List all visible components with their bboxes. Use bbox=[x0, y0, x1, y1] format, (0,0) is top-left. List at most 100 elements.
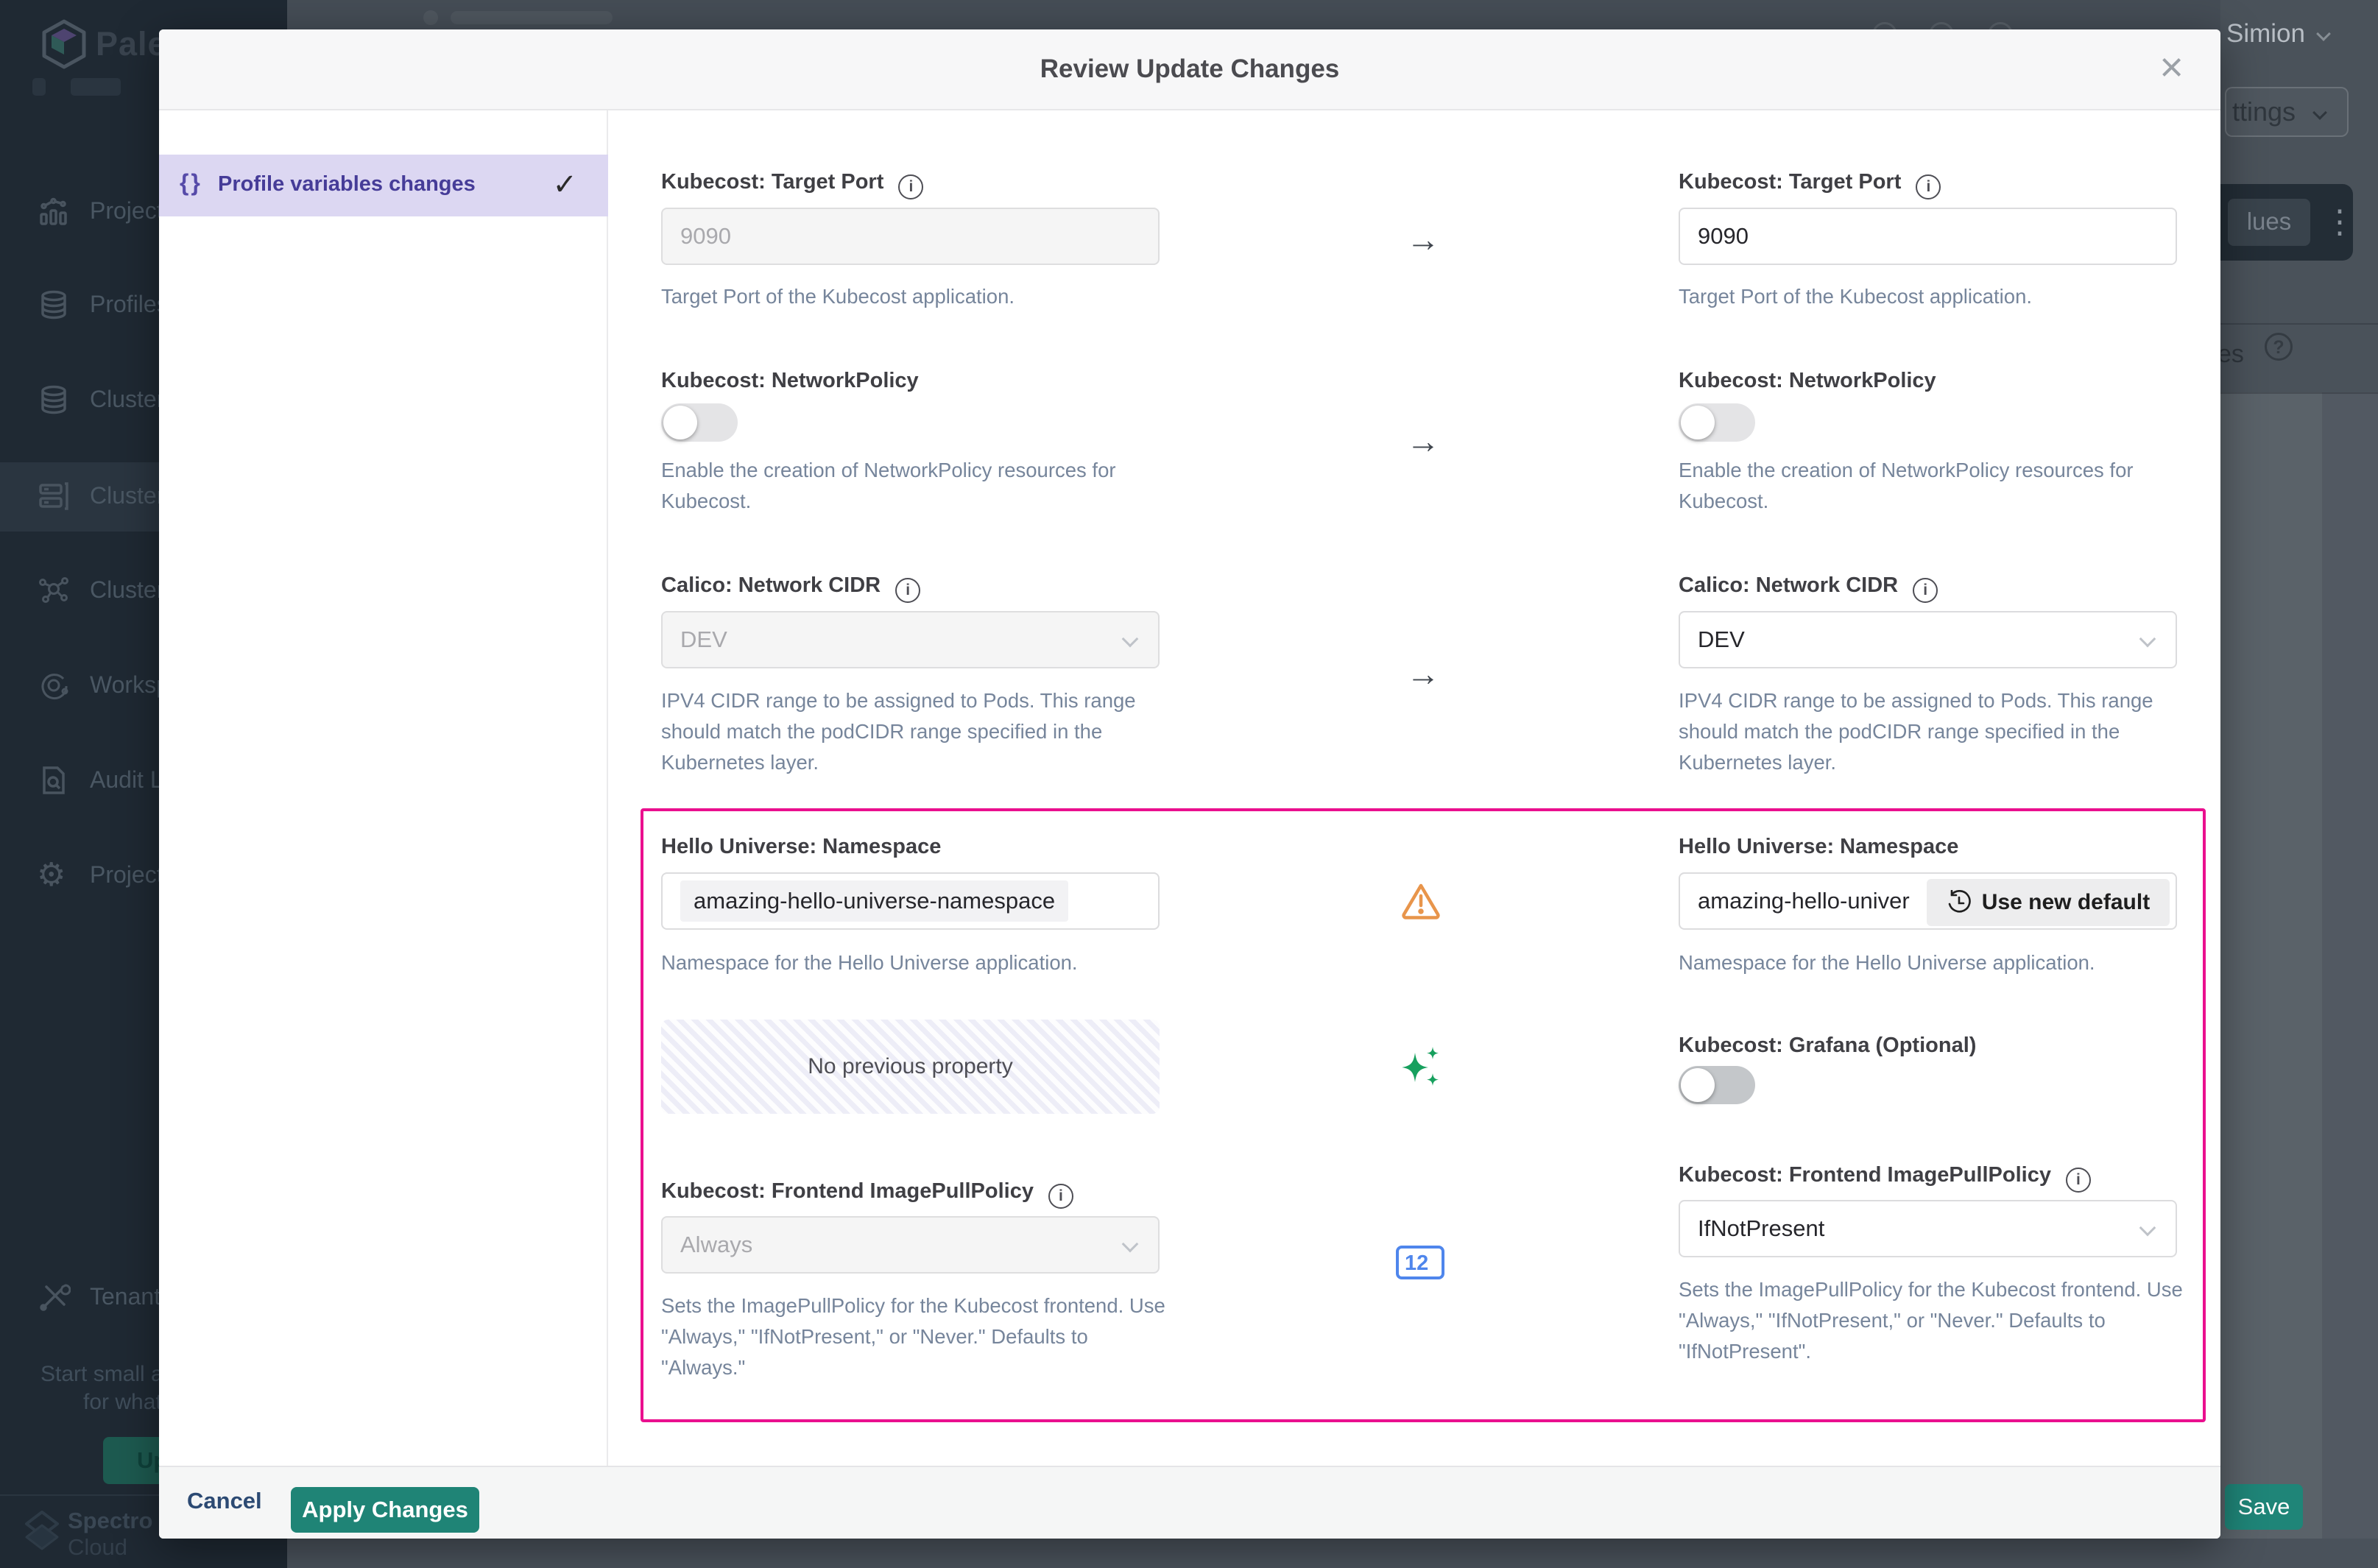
promo-text-line1: Start small an bbox=[40, 1362, 175, 1387]
settings-dropdown[interactable]: ttings bbox=[2225, 87, 2349, 137]
field-label-networkpolicy-new: Kubecost: NetworkPolicy bbox=[1679, 369, 1936, 393]
select-value: IfNotPresent bbox=[1698, 1215, 1824, 1242]
check-icon: ✓ bbox=[552, 168, 577, 202]
imagepullpolicy-new-select[interactable]: IfNotPresent bbox=[1679, 1200, 2177, 1257]
target-port-old-input: 9090 bbox=[661, 208, 1160, 265]
cancel-button[interactable]: Cancel bbox=[187, 1488, 262, 1514]
label-text: Calico: Network CIDR bbox=[1679, 573, 1898, 597]
divider bbox=[2220, 392, 2378, 394]
arrow-right-icon: → bbox=[1406, 421, 1440, 461]
info-icon[interactable]: i bbox=[1913, 578, 1938, 603]
use-new-default-button[interactable]: Use new default bbox=[1927, 879, 2170, 926]
info-icon[interactable]: i bbox=[898, 174, 923, 199]
field-label-cidr-old: Calico: Network CIDR i bbox=[661, 573, 920, 603]
cidr-old-select: DEV bbox=[661, 611, 1160, 668]
history-icon bbox=[1947, 890, 1972, 915]
info-icon[interactable]: i bbox=[1916, 174, 1941, 199]
spectro-cloud-logo-icon bbox=[22, 1509, 62, 1552]
label-text: Calico: Network CIDR bbox=[661, 573, 881, 597]
info-icon[interactable]: i bbox=[1048, 1184, 1073, 1209]
grafana-toggle[interactable] bbox=[1679, 1066, 1755, 1104]
input-value: amazing-hello-univer bbox=[1698, 888, 1910, 914]
warning-icon bbox=[1400, 882, 1442, 920]
audit-log-icon bbox=[37, 763, 71, 797]
field-label-grafana: Kubecost: Grafana (Optional) bbox=[1679, 1034, 1976, 1058]
skeleton-block bbox=[71, 78, 121, 96]
chevron-down-icon bbox=[2139, 1220, 2156, 1237]
label-text: Kubecost: Target Port bbox=[661, 170, 883, 194]
select-value: Always bbox=[680, 1232, 752, 1258]
layers-stack-icon bbox=[37, 383, 71, 417]
settings-dropdown-label: ttings bbox=[2232, 96, 2296, 127]
label-text: Kubecost: Frontend ImagePullPolicy bbox=[1679, 1163, 2051, 1187]
spectro-footer-line1: Spectro bbox=[68, 1508, 152, 1534]
field-label-networkpolicy-old: Kubecost: NetworkPolicy bbox=[661, 369, 919, 393]
field-desc: Target Port of the Kubecost application. bbox=[1679, 281, 2194, 312]
field-desc: IPV4 CIDR range to be assigned to Pods. … bbox=[661, 685, 1176, 778]
field-label-cidr-new: Calico: Network CIDR i bbox=[1679, 573, 1938, 603]
nav-item-profile-variables[interactable]: { } Profile variables changes ✓ bbox=[159, 155, 608, 216]
cidr-new-select[interactable]: DEV bbox=[1679, 611, 2177, 668]
gear-icon: ⚙ bbox=[37, 858, 71, 892]
highlighted-value: amazing-hello-universe-namespace bbox=[680, 880, 1068, 922]
question-circle-icon[interactable]: ? bbox=[2265, 333, 2293, 361]
sidebar-item-label: Profiles bbox=[90, 291, 169, 318]
namespace-old-input: amazing-hello-universe-namespace bbox=[661, 872, 1160, 930]
namespace-new-input[interactable]: amazing-hello-univer Use new default bbox=[1679, 872, 2177, 930]
field-desc: Enable the creation of NetworkPolicy res… bbox=[1679, 455, 2194, 517]
save-button[interactable]: Save bbox=[2225, 1484, 2303, 1530]
arrow-right-icon: → bbox=[1406, 219, 1440, 259]
server-rack-icon bbox=[37, 479, 71, 513]
backdrop-bottom-strip bbox=[287, 1539, 2378, 1568]
variables-header-fragment: es bbox=[2218, 340, 2244, 369]
app-root: Simion ttings lues ⋮ es ? Save Palette bbox=[0, 0, 2378, 1568]
select-value: DEV bbox=[680, 626, 727, 653]
backdrop-skeleton-icon bbox=[423, 10, 438, 25]
spectro-footer-line2: Cloud bbox=[68, 1534, 127, 1561]
review-update-changes-modal: Review Update Changes × { } Profile vari… bbox=[159, 29, 2220, 1539]
networkpolicy-new-toggle[interactable] bbox=[1679, 403, 1755, 442]
field-desc: Target Port of the Kubecost application. bbox=[661, 281, 1176, 312]
nav-item-label: Profile variables changes bbox=[218, 172, 476, 197]
label-text: Kubecost: Frontend ImagePullPolicy bbox=[661, 1179, 1034, 1203]
arrow-right-icon: → bbox=[1406, 654, 1440, 693]
sparkles-icon bbox=[1402, 1047, 1442, 1088]
backdrop-skeleton-bar bbox=[451, 11, 613, 24]
info-icon[interactable]: i bbox=[895, 578, 920, 603]
kebab-menu-icon[interactable]: ⋮ bbox=[2324, 197, 2356, 247]
apply-changes-button[interactable]: Apply Changes bbox=[291, 1487, 479, 1533]
field-desc: Enable the creation of NetworkPolicy res… bbox=[661, 455, 1176, 517]
field-label-target-port-new: Kubecost: Target Port i bbox=[1679, 170, 1941, 199]
field-desc: Namespace for the Hello Universe applica… bbox=[1679, 947, 2194, 978]
toggle-knob bbox=[1681, 406, 1715, 439]
imagepullpolicy-old-select: Always bbox=[661, 1216, 1160, 1274]
user-name: Simion bbox=[2226, 19, 2305, 48]
field-label-imagepullpolicy-new: Kubecost: Frontend ImagePullPolicy i bbox=[1679, 1163, 2091, 1193]
field-label-namespace-old: Hello Universe: Namespace bbox=[661, 835, 941, 859]
info-icon[interactable]: i bbox=[2066, 1168, 2091, 1193]
palette-logo-icon[interactable] bbox=[41, 19, 87, 69]
number-type-badge: 12 bbox=[1396, 1246, 1444, 1279]
target-port-new-input[interactable]: 9090 bbox=[1679, 208, 2177, 265]
user-menu[interactable]: Simion bbox=[2226, 19, 2329, 49]
field-label-target-port-old: Kubecost: Target Port i bbox=[661, 170, 923, 199]
modal-left-panel: { } Profile variables changes ✓ bbox=[159, 110, 608, 1466]
close-icon[interactable]: × bbox=[2159, 43, 2184, 91]
select-value: DEV bbox=[1698, 626, 1745, 653]
chevron-down-icon bbox=[2139, 631, 2156, 648]
layers-stack-icon bbox=[37, 288, 71, 322]
chevron-down-icon bbox=[1122, 1236, 1139, 1253]
skeleton-block bbox=[32, 78, 46, 96]
field-desc: IPV4 CIDR range to be assigned to Pods. … bbox=[1679, 685, 2194, 778]
field-label-imagepullpolicy-old: Kubecost: Frontend ImagePullPolicy i bbox=[661, 1179, 1073, 1209]
use-new-default-label: Use new default bbox=[1982, 890, 2150, 915]
field-desc: Sets the ImagePullPolicy for the Kubecos… bbox=[1679, 1274, 2194, 1367]
chevron-down-icon bbox=[2312, 105, 2327, 120]
values-tab[interactable]: lues bbox=[2228, 199, 2310, 246]
field-desc: Sets the ImagePullPolicy for the Kubecos… bbox=[661, 1290, 1176, 1383]
chevron-down-icon bbox=[1122, 631, 1139, 648]
label-text: Kubecost: Target Port bbox=[1679, 170, 1901, 194]
modal-title: Review Update Changes bbox=[159, 29, 2220, 109]
modal-footer: Cancel Apply Changes bbox=[159, 1466, 2220, 1539]
orbit-icon bbox=[37, 668, 71, 702]
